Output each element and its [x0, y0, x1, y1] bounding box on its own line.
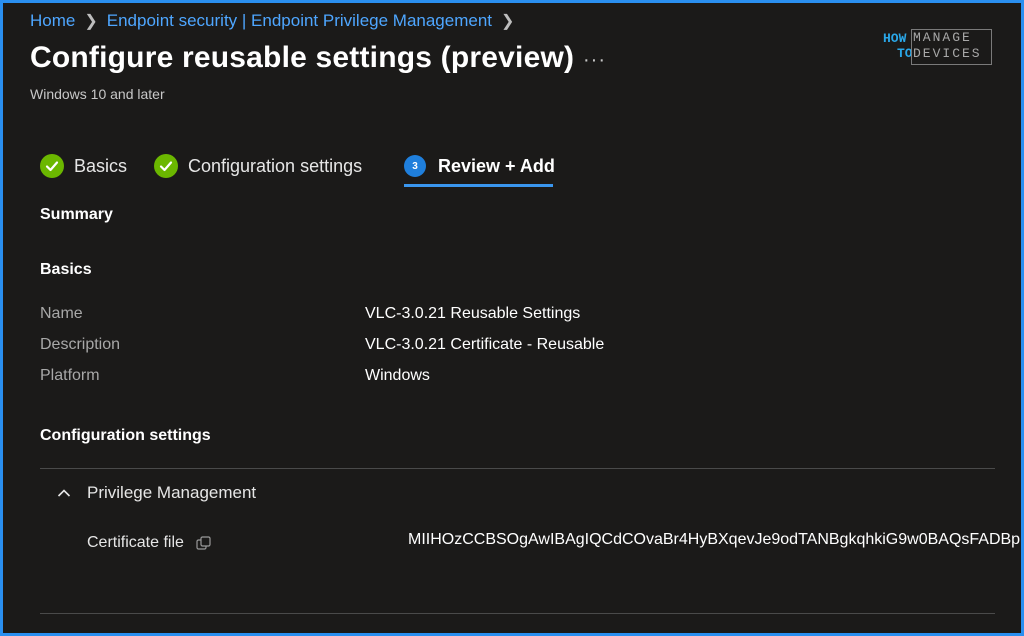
certificate-file-value: MIIHOzCCBSOgAwIBAgIQCdCOvaBr4HyBXqevJe9o…: [408, 531, 1024, 548]
field-value-platform: Windows: [365, 367, 430, 384]
breadcrumb-home[interactable]: Home: [30, 11, 75, 31]
checkmark-icon: [40, 154, 64, 178]
more-options-button[interactable]: ···: [583, 49, 606, 72]
chevron-right-icon: ❯: [501, 13, 515, 30]
field-label-platform: Platform: [40, 367, 100, 384]
page-title: Configure reusable settings (preview): [30, 41, 575, 74]
chevron-right-icon: ❯: [84, 13, 98, 30]
step-number-badge: 3: [404, 155, 426, 177]
step-configuration-settings[interactable]: Configuration settings: [154, 151, 362, 181]
field-label-description: Description: [40, 336, 121, 353]
breadcrumb-endpoint-security[interactable]: Endpoint security | Endpoint Privilege M…: [107, 11, 492, 31]
privilege-management-accordion[interactable]: Privilege Management: [57, 483, 256, 503]
step-label: Basics: [74, 155, 128, 176]
field-label-name: Name: [40, 305, 83, 322]
accordion-label: Privilege Management: [87, 483, 257, 502]
checkmark-icon: [154, 154, 178, 178]
step-basics[interactable]: Basics: [40, 151, 127, 181]
active-step-indicator: [404, 184, 553, 187]
field-value-name: VLC-3.0.21 Reusable Settings: [365, 305, 581, 322]
info-copy-icon[interactable]: [196, 536, 212, 550]
divider: [40, 468, 995, 469]
basics-heading: Basics: [40, 261, 92, 278]
step-review-add[interactable]: 3 Review + Add: [404, 151, 555, 181]
certificate-file-label: Certificate file: [87, 534, 212, 552]
step-label: Configuration settings: [188, 155, 363, 176]
app-window: Home ❯ Endpoint security | Endpoint Priv…: [0, 0, 1024, 636]
step-label: Review + Add: [438, 155, 555, 176]
howtomanagedevices-logo: HOW TO MANAGE DEVICES: [883, 29, 993, 69]
summary-heading: Summary: [40, 206, 113, 223]
chevron-up-icon: [57, 483, 71, 503]
configuration-settings-heading: Configuration settings: [40, 427, 211, 444]
field-value-description: VLC-3.0.21 Certificate - Reusable: [365, 336, 605, 353]
page-subtitle: Windows 10 and later: [30, 86, 165, 102]
divider: [40, 613, 995, 614]
breadcrumb: Home ❯ Endpoint security | Endpoint Priv…: [30, 11, 523, 31]
